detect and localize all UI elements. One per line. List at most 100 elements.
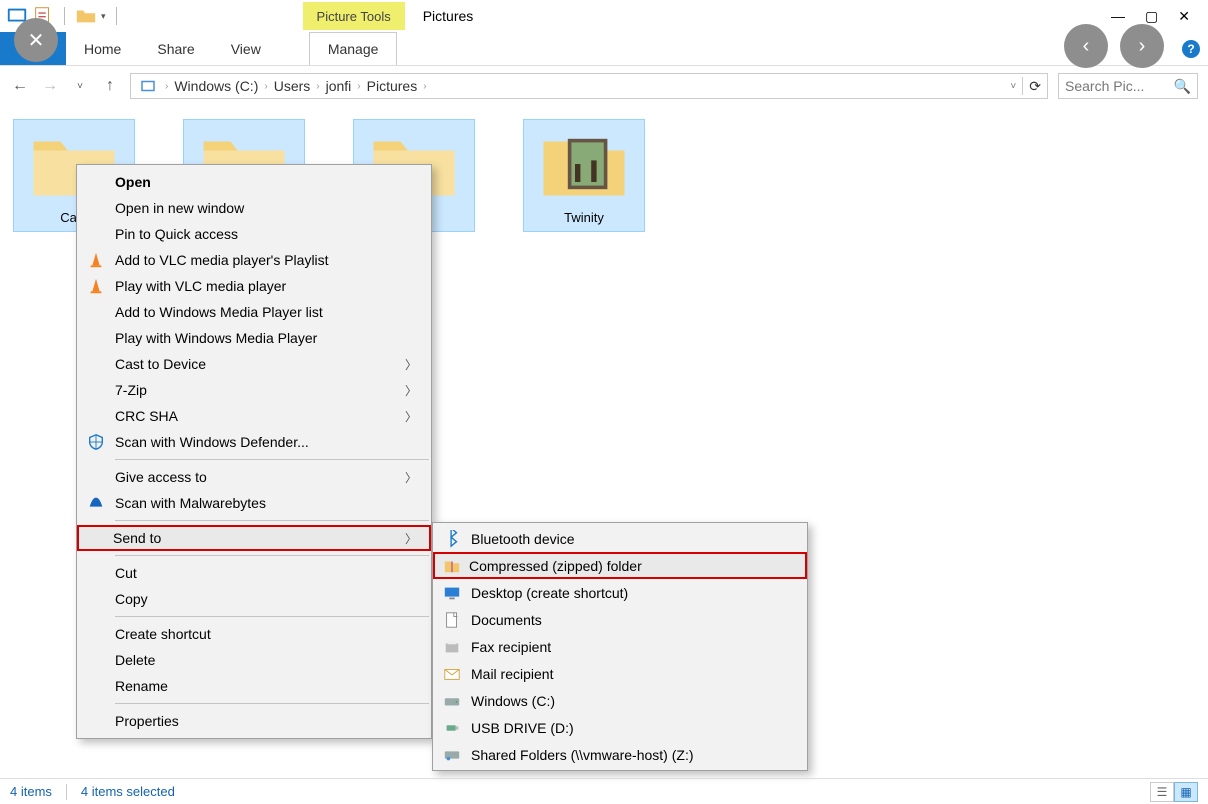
search-input[interactable]: Search Pic... 🔍 xyxy=(1058,73,1198,99)
ctx-separator xyxy=(115,616,429,617)
qa-divider xyxy=(64,7,65,25)
ctx-item-cut[interactable]: Cut xyxy=(79,560,429,586)
view-largeicons-button[interactable]: ▦ xyxy=(1174,782,1198,802)
ctx-item-copy[interactable]: Copy xyxy=(79,586,429,612)
sendto-item-documents[interactable]: Documents xyxy=(435,606,805,633)
forward-button[interactable]: → xyxy=(40,76,60,96)
folder-icon xyxy=(539,124,629,204)
ctx-item-scan-with-malwarebytes[interactable]: Scan with Malwarebytes xyxy=(79,490,429,516)
manage-tab[interactable]: Manage xyxy=(309,32,398,65)
breadcrumb-sep-3[interactable]: › xyxy=(357,81,360,92)
addr-vsep xyxy=(1022,77,1023,95)
sendto-item-label: Desktop (create shortcut) xyxy=(471,585,628,601)
ctx-item-label: Open xyxy=(115,174,151,190)
ctx-item-pin-to-quick-access[interactable]: Pin to Quick access xyxy=(79,221,429,247)
minimize-button[interactable]: — xyxy=(1111,0,1125,32)
ctx-item-delete[interactable]: Delete xyxy=(79,647,429,673)
overlay-next-button[interactable]: › xyxy=(1120,24,1164,68)
malwarebytes-icon xyxy=(87,494,105,512)
sendto-item-compressed-zipped-folder[interactable]: Compressed (zipped) folder xyxy=(433,552,807,579)
folder-item-3[interactable]: Twinity xyxy=(524,120,644,231)
window-controls: — ▢ ✕ xyxy=(1111,0,1208,32)
addr-dropdown-button[interactable]: ˅ xyxy=(1010,81,1016,92)
ctx-item-label: Add to Windows Media Player list xyxy=(115,304,323,320)
breadcrumb-sep-0[interactable]: › xyxy=(165,81,168,92)
mail-icon xyxy=(443,665,461,683)
fax-icon xyxy=(443,638,461,656)
search-placeholder: Search Pic... xyxy=(1065,78,1144,94)
ctx-item-play-with-windows-media-player[interactable]: Play with Windows Media Player xyxy=(79,325,429,351)
ctx-item-7-zip[interactable]: 7-Zip〉 xyxy=(79,377,429,403)
ctx-item-open[interactable]: Open xyxy=(79,169,429,195)
ctx-item-scan-with-windows-defender[interactable]: Scan with Windows Defender... xyxy=(79,429,429,455)
breadcrumb-2[interactable]: jonfi xyxy=(326,78,352,94)
ctx-item-label: Delete xyxy=(115,652,155,668)
breadcrumb-0[interactable]: Windows (C:) xyxy=(174,78,258,94)
home-tab[interactable]: Home xyxy=(66,32,139,65)
breadcrumb-sep-2[interactable]: › xyxy=(316,81,319,92)
status-items-selected: 4 items selected xyxy=(81,784,175,799)
sendto-item-label: Documents xyxy=(471,612,542,628)
sendto-item-windows-c[interactable]: Windows (C:) xyxy=(435,687,805,714)
ctx-item-label: Cast to Device xyxy=(115,356,206,372)
close-window-button[interactable]: ✕ xyxy=(1178,0,1190,32)
context-menu: Open Open in new windowPin to Quick acces… xyxy=(76,164,432,739)
sendto-item-fax-recipient[interactable]: Fax recipient xyxy=(435,633,805,660)
up-button[interactable]: ↑ xyxy=(100,76,120,96)
sendto-item-bluetooth-device[interactable]: Bluetooth device xyxy=(435,525,805,552)
overlay-prev-button[interactable]: ‹ xyxy=(1064,24,1108,68)
sendto-item-label: Mail recipient xyxy=(471,666,553,682)
sendto-item-desktop-create-shortcut[interactable]: Desktop (create shortcut) xyxy=(435,579,805,606)
documents-icon xyxy=(443,611,461,629)
submenu-arrow-icon: 〉 xyxy=(405,469,417,486)
contextual-tab-label: Picture Tools xyxy=(317,9,391,24)
refresh-button[interactable]: ⟳ xyxy=(1029,78,1041,95)
ctx-item-add-to-windows-media-player-list[interactable]: Add to Windows Media Player list xyxy=(79,299,429,325)
ctx-item-rename[interactable]: Rename xyxy=(79,673,429,699)
ctx-separator xyxy=(115,459,429,460)
contextual-tab-picture-tools[interactable]: Picture Tools xyxy=(303,2,405,30)
sendto-item-mail-recipient[interactable]: Mail recipient xyxy=(435,660,805,687)
ctx-item-send-to[interactable]: Send to〉 xyxy=(77,525,431,551)
view-details-button[interactable]: ☰ xyxy=(1150,782,1174,802)
ctx-item-cast-to-device[interactable]: Cast to Device 〉 xyxy=(79,351,429,377)
sendto-item-usb-drive-d[interactable]: USB DRIVE (D:) xyxy=(435,714,805,741)
overlay-close-button[interactable]: ✕ xyxy=(14,18,58,62)
new-folder-icon[interactable] xyxy=(75,5,97,27)
ctx-item-create-shortcut[interactable]: Create shortcut xyxy=(79,621,429,647)
ctx-separator xyxy=(115,703,429,704)
submenu-arrow-icon: 〉 xyxy=(405,408,417,425)
netdrive-icon xyxy=(443,746,461,764)
address-bar[interactable]: › Windows (C:) › Users › jonfi › Picture… xyxy=(130,73,1048,99)
ctx-item-open-in-new-window[interactable]: Open in new window xyxy=(79,195,429,221)
sendto-item-label: Compressed (zipped) folder xyxy=(469,558,642,574)
ctx-item-play-with-vlc-media-player[interactable]: Play with VLC media player xyxy=(79,273,429,299)
help-button[interactable]: ? xyxy=(1182,40,1200,58)
ctx-item-crc-sha[interactable]: CRC SHA〉 xyxy=(79,403,429,429)
sendto-item-shared-folders-vmware-host-z[interactable]: Shared Folders (\\vmware-host) (Z:) xyxy=(435,741,805,768)
quick-access-toolbar: ▾ xyxy=(0,5,123,27)
breadcrumb-3[interactable]: Pictures xyxy=(367,78,418,94)
sendto-submenu: Bluetooth device Compressed (zipped) fold… xyxy=(432,522,808,771)
status-sep xyxy=(66,784,67,800)
view-tab[interactable]: View xyxy=(213,32,279,65)
ctx-item-label: Send to xyxy=(113,530,161,546)
ctx-item-label: Copy xyxy=(115,591,148,607)
status-items-count: 4 items xyxy=(10,784,52,799)
titlebar: ▾ Picture Tools Pictures — ▢ ✕ xyxy=(0,0,1208,32)
ctx-item-properties[interactable]: Properties xyxy=(79,708,429,734)
breadcrumb-sep-4[interactable]: › xyxy=(423,81,426,92)
ctx-item-give-access-to[interactable]: Give access to〉 xyxy=(79,464,429,490)
sendto-item-label: Bluetooth device xyxy=(471,531,575,547)
qa-customize-caret[interactable]: ▾ xyxy=(101,11,106,22)
sendto-item-label: Shared Folders (\\vmware-host) (Z:) xyxy=(471,747,694,763)
recent-locations-button[interactable]: ˅ xyxy=(70,76,90,96)
ctx-item-add-to-vlc-media-player-s-playlist[interactable]: Add to VLC media player's Playlist xyxy=(79,247,429,273)
desktop-icon xyxy=(443,584,461,602)
share-tab[interactable]: Share xyxy=(139,32,212,65)
breadcrumb-sep-1[interactable]: › xyxy=(264,81,267,92)
breadcrumb-1[interactable]: Users xyxy=(274,78,311,94)
back-button[interactable]: ← xyxy=(10,76,30,96)
window-title: Pictures xyxy=(423,8,474,24)
submenu-arrow-icon: 〉 xyxy=(405,356,417,373)
